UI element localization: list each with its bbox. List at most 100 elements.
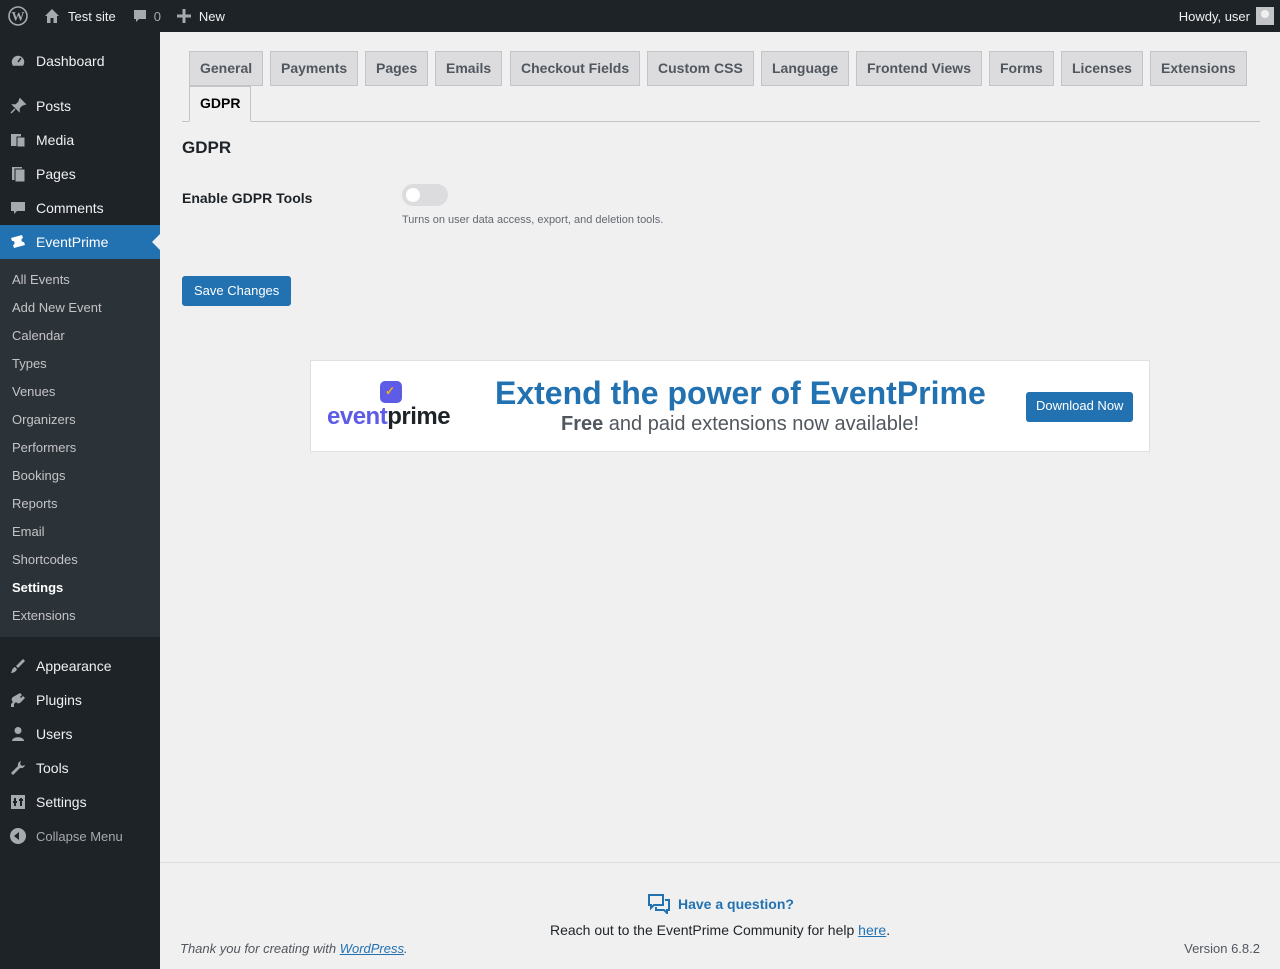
banner-sub-bold: Free xyxy=(561,413,604,435)
menu-dashboard[interactable]: Dashboard xyxy=(0,44,160,78)
menu-users[interactable]: Users xyxy=(0,717,160,751)
submenu-add-new-event[interactable]: Add New Event xyxy=(0,294,160,322)
collapse-arrow-icon xyxy=(10,828,26,844)
new-label: New xyxy=(198,8,225,24)
tab-pages[interactable]: Pages xyxy=(365,51,429,86)
gdpr-tools-label: Enable GDPR Tools xyxy=(182,190,313,206)
settings-icon xyxy=(8,792,28,812)
greeting-label: Howdy, user xyxy=(1178,8,1250,24)
ticket-icon xyxy=(8,232,28,252)
logo-text-prime: prime xyxy=(387,403,451,430)
wordpress-link[interactable]: WordPress xyxy=(340,941,404,956)
toggle-knob xyxy=(406,188,420,202)
brush-icon xyxy=(8,656,28,676)
menu-plugins[interactable]: Plugins xyxy=(0,683,160,717)
menu-media[interactable]: Media xyxy=(0,123,160,157)
submenu-all-events[interactable]: All Events xyxy=(0,266,160,294)
tab-custom-css[interactable]: Custom CSS xyxy=(647,51,754,86)
gdpr-tools-field: Enable GDPR Tools Turns on user data acc… xyxy=(182,158,1260,238)
community-text: Reach out to the EventPrime Community fo… xyxy=(550,922,890,938)
admin-bar: W Test site 0 New Howdy, user xyxy=(0,0,1280,32)
menu-label: Posts xyxy=(36,98,72,114)
extensions-banner: eventprime Extend the power of EventPrim… xyxy=(310,360,1150,452)
menu-label: Users xyxy=(36,726,73,742)
banner-subline: Free and paid extensions now available! xyxy=(561,413,919,436)
community-help-link[interactable]: here xyxy=(858,922,886,938)
admin-sidebar: Dashboard Posts Media Pages Comments Eve… xyxy=(0,32,160,969)
submenu-venues[interactable]: Venues xyxy=(0,378,160,406)
settings-content: General Payments Pages Emails Checkout F… xyxy=(182,32,1260,306)
thanks-text: Thank you for creating with xyxy=(180,941,340,956)
new-content-link[interactable]: New xyxy=(169,0,233,32)
wordpress-logo-icon[interactable]: W xyxy=(0,0,36,32)
menu-comments[interactable]: Comments xyxy=(0,191,160,225)
plug-icon xyxy=(8,690,28,710)
community-text-main: Reach out to the EventPrime Community fo… xyxy=(550,922,859,938)
home-icon xyxy=(44,8,60,24)
my-account-link[interactable]: Howdy, user xyxy=(1171,0,1280,32)
gdpr-tools-toggle[interactable] xyxy=(402,184,448,206)
comment-icon xyxy=(8,198,28,218)
menu-label: Media xyxy=(36,132,75,148)
menu-pages[interactable]: Pages xyxy=(0,157,160,191)
tab-language[interactable]: Language xyxy=(761,51,850,86)
tab-frontend-views[interactable]: Frontend Views xyxy=(856,51,982,86)
collapse-menu-button[interactable]: Collapse Menu xyxy=(0,819,160,853)
menu-settings[interactable]: Settings xyxy=(0,785,160,819)
tab-checkout-fields[interactable]: Checkout Fields xyxy=(510,51,641,86)
submenu-reports[interactable]: Reports xyxy=(0,490,160,518)
menu-label: Dashboard xyxy=(36,53,105,69)
site-name-link[interactable]: Test site xyxy=(36,0,124,32)
menu-eventprime[interactable]: EventPrime xyxy=(0,225,160,259)
submenu-email[interactable]: Email xyxy=(0,518,160,546)
download-now-button[interactable]: Download Now xyxy=(1026,392,1134,422)
submenu-types[interactable]: Types xyxy=(0,350,160,378)
menu-label: Appearance xyxy=(36,658,112,674)
eventprime-submenu: All Events Add New Event Calendar Types … xyxy=(0,259,160,637)
tab-payments[interactable]: Payments xyxy=(270,51,359,86)
tab-gdpr[interactable]: GDPR xyxy=(189,86,252,122)
collapse-label: Collapse Menu xyxy=(36,828,123,844)
menu-label: Plugins xyxy=(36,692,82,708)
menu-posts[interactable]: Posts xyxy=(0,89,160,123)
menu-label: Settings xyxy=(36,794,87,810)
settings-tabs: General Payments Pages Emails Checkout F… xyxy=(182,32,1260,122)
tab-emails[interactable]: Emails xyxy=(435,51,503,86)
site-name-label: Test site xyxy=(68,8,116,24)
comments-link[interactable]: 0 xyxy=(124,0,169,32)
submenu-settings[interactable]: Settings xyxy=(0,574,160,602)
wrench-icon xyxy=(8,758,28,778)
banner-sub-rest: and paid extensions now available! xyxy=(603,413,920,435)
eventprime-logo: eventprime xyxy=(327,381,457,431)
menu-appearance[interactable]: Appearance xyxy=(0,649,160,683)
submenu-calendar[interactable]: Calendar xyxy=(0,322,160,350)
menu-label: Comments xyxy=(36,200,104,216)
pages-icon xyxy=(8,164,28,184)
have-question-heading: Have a question? xyxy=(648,894,794,916)
tab-extensions[interactable]: Extensions xyxy=(1150,51,1247,86)
submenu-performers[interactable]: Performers xyxy=(0,434,160,462)
submenu-bookings[interactable]: Bookings xyxy=(0,462,160,490)
submenu-organizers[interactable]: Organizers xyxy=(0,406,160,434)
footer-thanks: Thank you for creating with WordPress. xyxy=(180,941,408,956)
dashboard-icon xyxy=(8,51,28,71)
menu-label: EventPrime xyxy=(36,234,109,250)
menu-tools[interactable]: Tools xyxy=(0,751,160,785)
menu-label: Pages xyxy=(36,166,76,182)
tab-forms[interactable]: Forms xyxy=(989,51,1054,86)
gdpr-tools-description: Turns on user data access, export, and d… xyxy=(402,214,664,226)
tab-licenses[interactable]: Licenses xyxy=(1061,51,1143,86)
footer-divider xyxy=(160,862,1280,863)
comments-count: 0 xyxy=(153,8,161,24)
chat-bubbles-icon xyxy=(648,894,670,916)
plus-icon xyxy=(176,9,191,23)
save-changes-button[interactable]: Save Changes xyxy=(182,276,292,306)
svg-text:W: W xyxy=(12,9,25,24)
submenu-extensions[interactable]: Extensions xyxy=(0,602,160,630)
tab-general[interactable]: General xyxy=(189,51,264,86)
section-title: GDPR xyxy=(182,138,232,157)
thanks-end: . xyxy=(404,941,408,956)
question-label: Have a question? xyxy=(678,896,794,912)
submenu-shortcodes[interactable]: Shortcodes xyxy=(0,546,160,574)
logo-text: eventprime xyxy=(327,403,451,431)
